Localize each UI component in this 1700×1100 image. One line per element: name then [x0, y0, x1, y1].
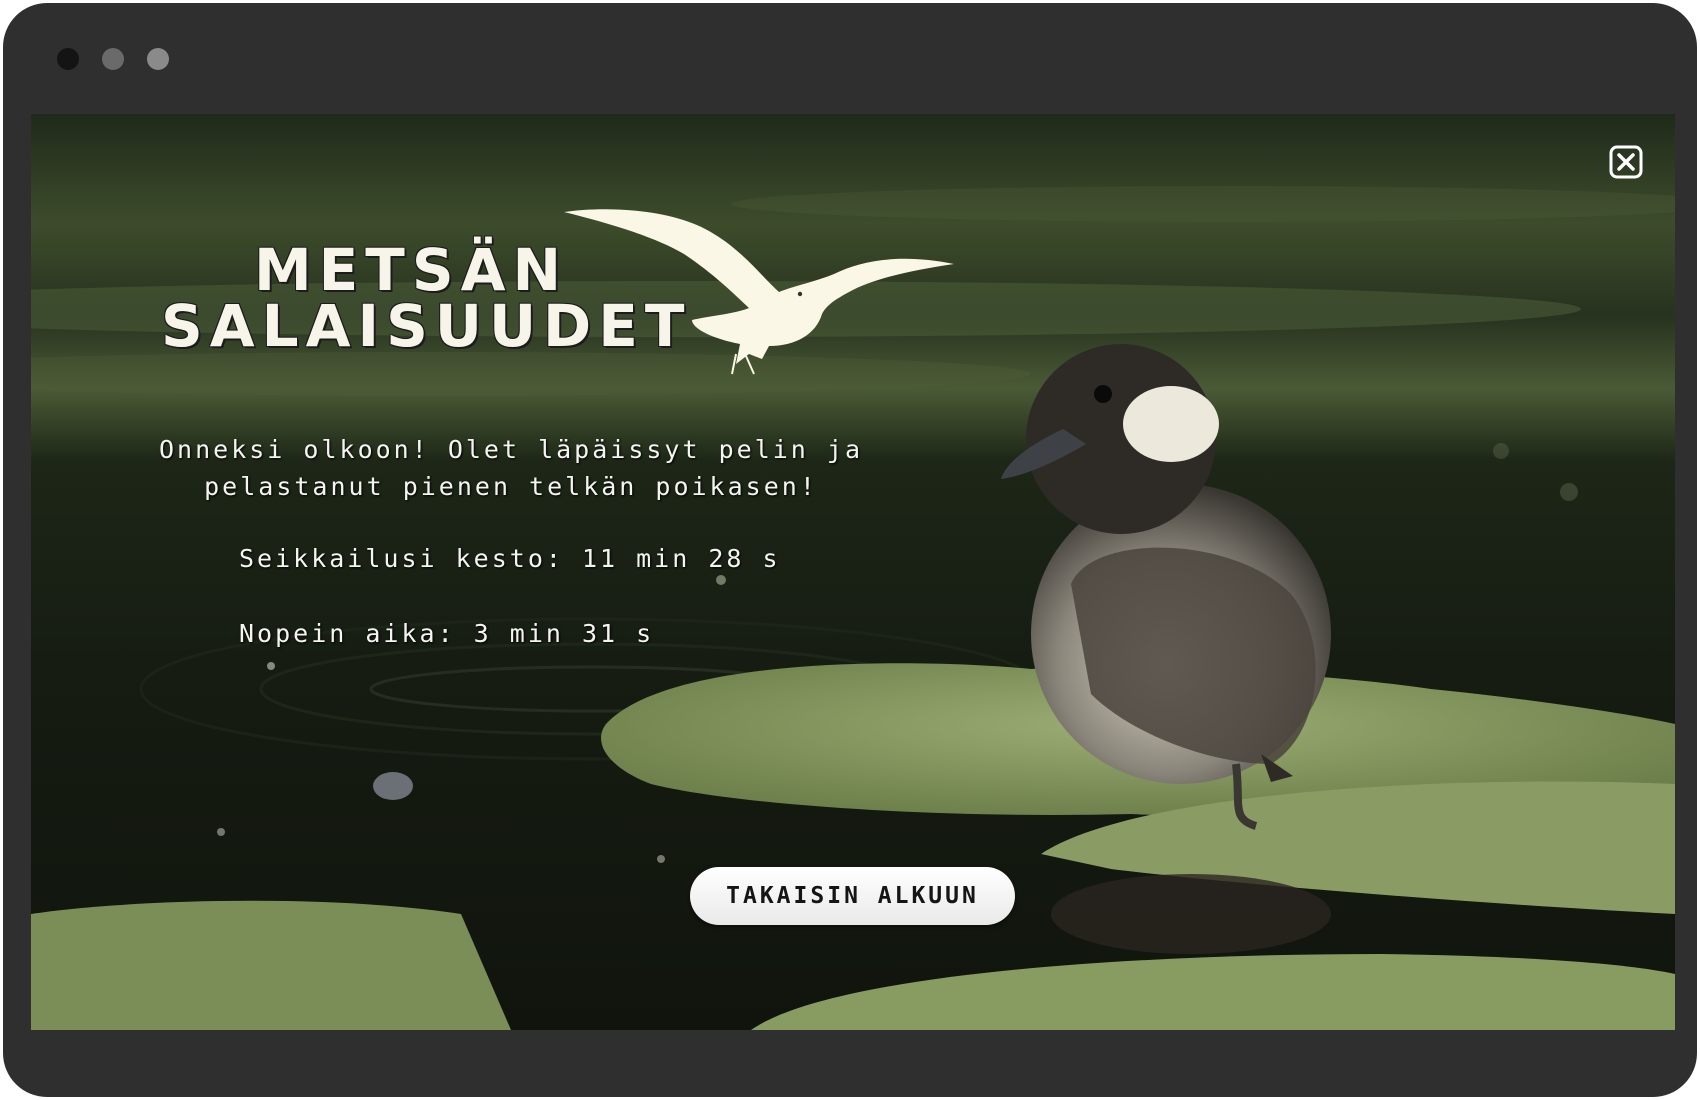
back-to-start-button[interactable]: TAKAISIN ALKUUN: [690, 867, 1015, 925]
window-maximize-dot[interactable]: [147, 48, 169, 70]
close-button[interactable]: [1609, 145, 1643, 179]
window-minimize-dot[interactable]: [102, 48, 124, 70]
best-time: Nopein aika: 3 min 31 s: [239, 619, 655, 648]
window-close-dot[interactable]: [57, 48, 79, 70]
adventure-duration: Seikkailusi kesto: 11 min 28 s: [239, 544, 781, 573]
seagull-logo-icon: [564, 209, 954, 375]
congratulations-message: Onneksi olkoon! Olet läpäissyt pelin ja …: [159, 435, 863, 501]
browser-window: METSÄN SALAISUUDET Onneksi olkoon! Olet …: [3, 3, 1697, 1097]
close-icon: [1609, 145, 1643, 179]
game-screen: METSÄN SALAISUUDET Onneksi olkoon! Olet …: [31, 114, 1675, 1030]
